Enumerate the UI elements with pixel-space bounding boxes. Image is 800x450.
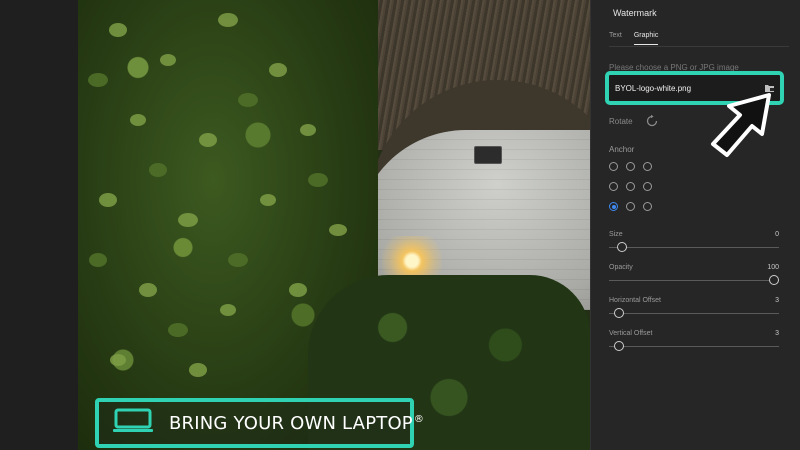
size-slider[interactable] [609,242,779,254]
watermark-tabs: Text Graphic [609,32,659,45]
tab-graphic[interactable]: Graphic [633,32,659,45]
horizontal-offset-label: Horizontal Offset [609,297,662,304]
watermark-panel: Watermark Text Graphic Please choose a P… [590,0,800,450]
house-plaque [474,146,502,164]
vertical-offset-slider[interactable] [609,341,779,353]
horizontal-offset-slider-block: Horizontal Offset 3 [609,297,779,320]
horizontal-offset-slider[interactable] [609,308,779,320]
size-value: 0 [775,231,779,238]
anchor-bottom-center[interactable] [626,202,635,211]
tab-text[interactable]: Text [609,32,622,45]
size-slider-thumb[interactable] [617,242,627,252]
mouse-pointer-icon [711,93,771,157]
horizontal-offset-value: 3 [775,297,779,304]
vertical-offset-label: Vertical Offset [609,330,653,337]
photo-canvas[interactable]: BRING YOUR OWN LAPTOP® [78,0,590,450]
opacity-slider[interactable] [609,275,779,287]
rotate-row: Rotate [609,114,659,128]
laptop-icon [113,408,153,439]
anchor-grid [609,162,652,211]
opacity-label: Opacity [609,264,633,271]
anchor-top-left[interactable] [609,162,618,171]
registered-mark: ® [413,413,425,425]
size-slider-block: Size 0 [609,231,779,254]
left-gutter [0,0,78,450]
vertical-offset-slider-thumb[interactable] [613,341,624,351]
anchor-middle-center[interactable] [626,182,635,191]
anchor-label: Anchor [609,145,635,154]
panel-title: Watermark [613,8,657,18]
anchor-bottom-right[interactable] [643,202,652,211]
opacity-slider-thumb[interactable] [769,275,779,285]
opacity-value: 100 [767,264,779,271]
opacity-slider-block: Opacity 100 [609,264,779,287]
anchor-bottom-left[interactable] [609,202,618,211]
anchor-top-right[interactable] [643,162,652,171]
watermark-logo-text: BRING YOUR OWN LAPTOP® [169,412,425,434]
anchor-top-center[interactable] [626,162,635,171]
horizontal-offset-slider-thumb[interactable] [613,308,624,318]
tabs-divider [609,46,789,47]
rotate-icon[interactable] [645,114,659,128]
rotate-label: Rotate [609,116,633,126]
anchor-middle-right[interactable] [643,182,652,191]
vertical-offset-slider-block: Vertical Offset 3 [609,330,779,353]
watermark-logo: BRING YOUR OWN LAPTOP® [95,398,424,448]
anchor-middle-left[interactable] [609,182,618,191]
size-label: Size [609,231,623,238]
vertical-offset-value: 3 [775,330,779,337]
